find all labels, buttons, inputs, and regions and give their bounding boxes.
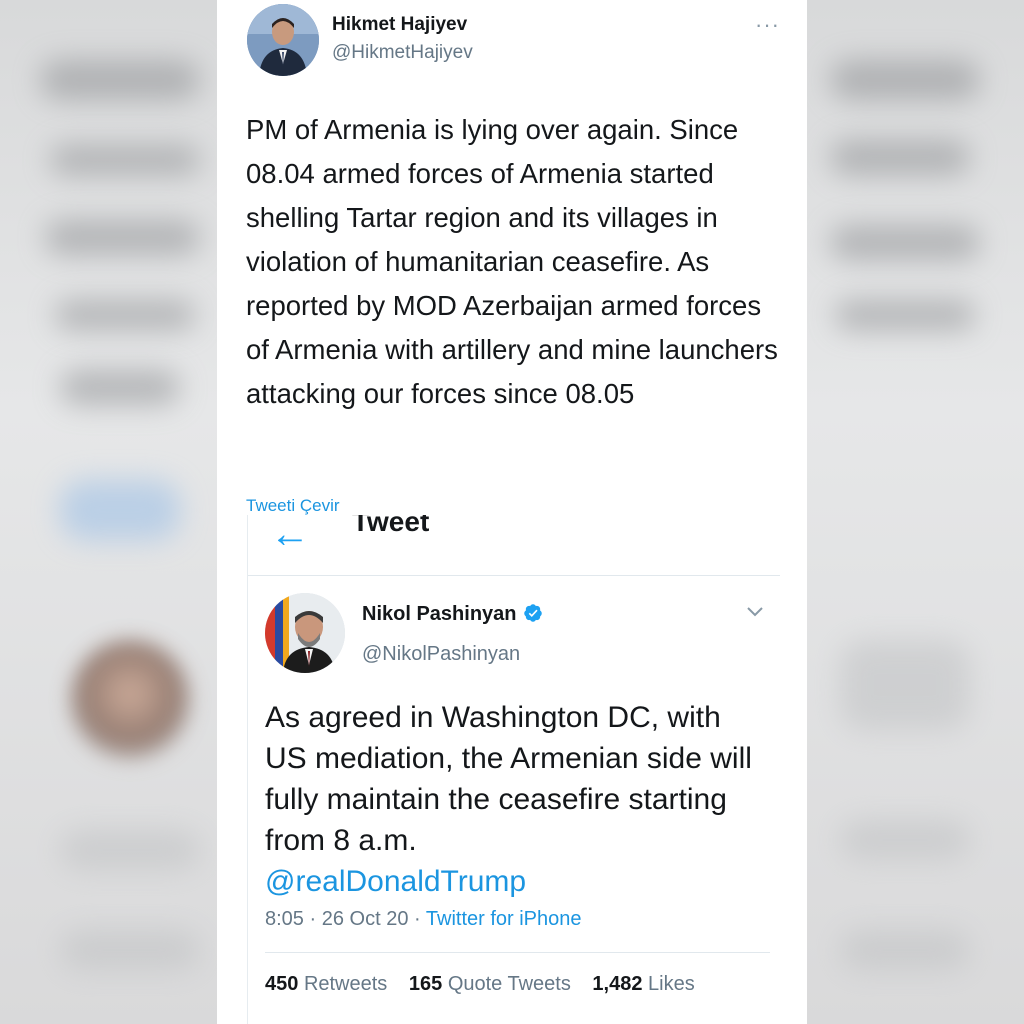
embedded-author-name[interactable]: Nikol Pashinyan — [362, 603, 543, 626]
retweets-stat[interactable]: 450 Retweets — [265, 973, 387, 995]
quote-tweets-label: Quote Tweets — [447, 973, 571, 995]
embedded-author-avatar[interactable] — [265, 593, 345, 673]
tweet-text: PM of Armenia is lying over again. Since… — [246, 114, 778, 409]
author-name[interactable]: Hikmet Hajiyev — [332, 14, 467, 36]
meta-separator: · — [414, 908, 421, 930]
embedded-tweet-text: As agreed in Washington DC, with US medi… — [265, 701, 752, 857]
likes-stat[interactable]: 1,482 Likes — [592, 973, 694, 995]
translate-tweet-link[interactable]: Tweeti Çevir — [246, 496, 340, 516]
back-arrow-icon[interactable]: ← — [270, 515, 310, 554]
tweet-time: 8:05 — [265, 908, 304, 930]
verified-badge-icon — [523, 603, 543, 623]
meta-separator: · — [309, 908, 317, 930]
tweet-source-link[interactable]: Twitter for iPhone — [426, 908, 582, 930]
divider — [265, 952, 770, 953]
retweets-count: 450 — [265, 973, 299, 995]
retweets-label: Retweets — [303, 973, 388, 995]
quote-tweets-stat[interactable]: 165 Quote Tweets — [409, 973, 571, 995]
engagement-stats: 450 Retweets 165 Quote Tweets 1,482 Like… — [265, 973, 711, 996]
embedded-author-name-label: Nikol Pashinyan — [362, 603, 517, 625]
author-handle[interactable]: @HikmetHajiyev — [332, 42, 473, 64]
quote-tweets-count: 165 — [408, 973, 443, 995]
more-options-icon[interactable]: ··· — [755, 12, 780, 38]
tweet-date[interactable]: 26 Oct 20 — [322, 908, 409, 930]
likes-label: Likes — [648, 973, 695, 995]
mention-link[interactable]: @realDonaldTrump — [265, 861, 526, 902]
author-avatar[interactable] — [247, 4, 319, 76]
tweet-card: Hikmet Hajiyev @HikmetHajiyev ··· PM of … — [217, 0, 807, 1024]
embedded-header: ← Tweet — [248, 515, 780, 576]
embedded-header-title: Tweet — [352, 515, 430, 537]
likes-count: 1,482 — [592, 973, 643, 995]
embedded-tweet-screenshot[interactable]: ← Tweet Nikol Pashinyan @NikolPashinyan — [247, 515, 780, 1024]
tweet-metadata: 8:05 · 26 Oct 20 · Twitter for iPhone — [265, 908, 582, 931]
embedded-author-handle[interactable]: @NikolPashinyan — [362, 643, 520, 666]
chevron-down-icon[interactable] — [746, 605, 764, 623]
